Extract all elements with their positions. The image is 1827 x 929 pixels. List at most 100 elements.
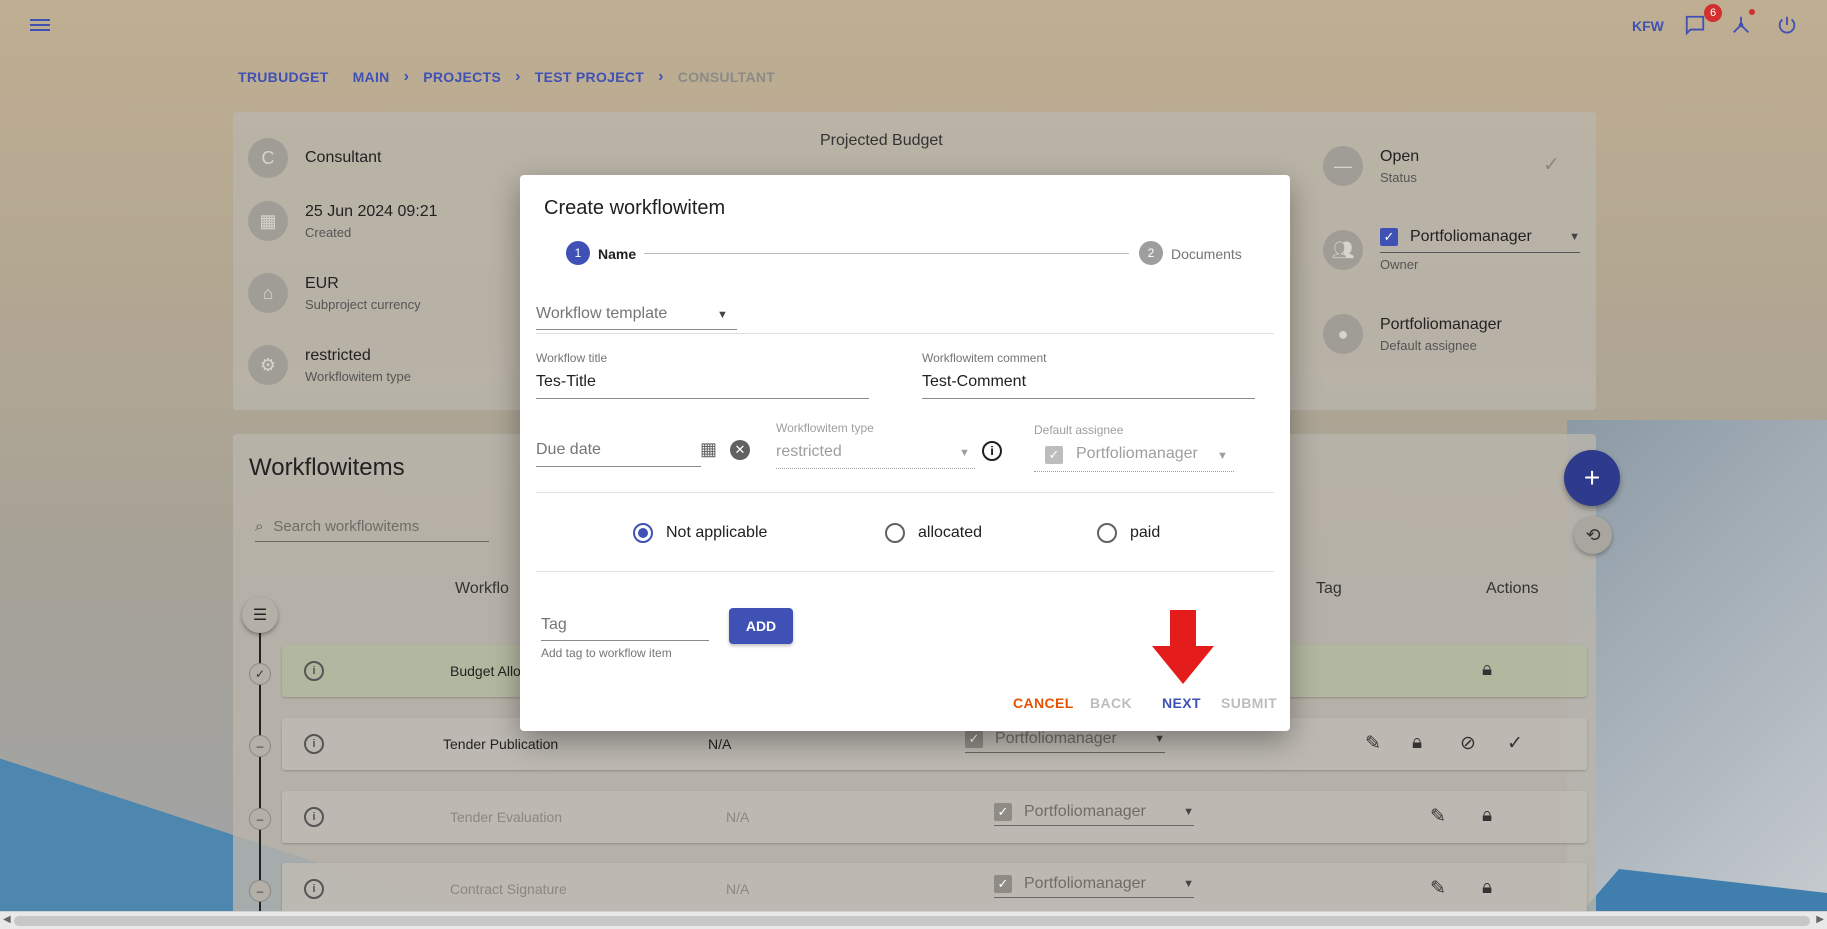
owner-checkbox-icon: ✓ <box>1380 228 1398 246</box>
template-underline <box>536 329 737 330</box>
breadcrumb-main[interactable]: MAIN <box>353 69 390 85</box>
info-icon[interactable]: i <box>304 879 324 899</box>
workflowitem-comment-label: Workflowitem comment <box>922 351 1047 365</box>
owner-select[interactable]: ✓ Portfoliomanager ▼ <box>1380 228 1580 253</box>
calendar-icon[interactable]: ▦ <box>700 439 717 460</box>
cancel-button[interactable]: CANCEL <box>1013 695 1074 711</box>
owner-label: Owner <box>1380 257 1419 272</box>
column-tag: Tag <box>1316 580 1342 597</box>
workflowitem-type-label: Workflowitem type <box>776 421 874 435</box>
lock-icon[interactable]: 🔒︎ <box>1482 877 1492 899</box>
scroll-right-arrow-icon[interactable]: ▶ <box>1816 914 1824 925</box>
assignee-select[interactable]: ✓ Portfoliomanager ▼ <box>965 730 1165 753</box>
submit-button: SUBMIT <box>1221 695 1278 711</box>
assignee-value: Portfoliomanager <box>1024 803 1146 820</box>
edit-icon[interactable]: ✎ <box>1430 805 1446 828</box>
table-row[interactable]: i Tender Evaluation N/A ✓ Portfoliomanag… <box>282 791 1587 843</box>
back-button: BACK <box>1090 695 1133 711</box>
bank-icon: ⌂ <box>248 273 288 313</box>
timeline-done-icon: ✓ <box>249 663 271 685</box>
workflow-template-select[interactable]: Workflow template <box>536 305 667 323</box>
projected-budget-heading: Projected Budget <box>820 132 943 149</box>
stepper: 1 Name 2 Documents <box>566 239 1246 265</box>
workflowitem-amount: N/A <box>708 736 732 752</box>
search-input[interactable]: ⌕ Search workflowitems <box>255 518 489 542</box>
menu-icon[interactable] <box>30 16 54 38</box>
radio-selected-icon <box>633 523 653 543</box>
status-icon: — <box>1323 146 1363 186</box>
radio-allocated[interactable]: allocated <box>885 523 982 543</box>
assignee-value: Portfoliomanager <box>1024 875 1146 892</box>
tag-underline <box>541 640 709 641</box>
edit-icon[interactable]: ✎ <box>1365 732 1381 755</box>
breadcrumb: TRUBUDGET MAIN › PROJECTS › TEST PROJECT… <box>238 68 775 86</box>
radio-paid[interactable]: paid <box>1097 523 1160 543</box>
caret-down-icon: ▼ <box>1183 878 1194 890</box>
people-icon: 👥︎ <box>1323 230 1363 270</box>
timeline-open-icon: – <box>249 735 271 757</box>
table-row[interactable]: i Contract Signature N/A ✓ Portfoliomana… <box>282 863 1587 915</box>
due-date-input[interactable]: Due date <box>536 441 601 459</box>
power-icon[interactable] <box>1774 14 1800 40</box>
network-icon[interactable] <box>1728 14 1754 40</box>
org-label: KFW <box>1632 18 1664 34</box>
type-underline <box>776 468 975 469</box>
caret-down-icon: ▼ <box>1569 231 1580 243</box>
assignee-checkbox-icon: ✓ <box>1045 446 1063 464</box>
scrollbar-thumb[interactable] <box>14 916 1810 926</box>
workflowitem-comment-input[interactable]: Test-Comment <box>922 373 1026 391</box>
add-workflowitem-button[interactable]: + <box>1564 450 1620 506</box>
step-2-label: Documents <box>1171 246 1242 262</box>
column-actions: Actions <box>1486 580 1539 597</box>
comment-underline <box>922 398 1255 399</box>
reorder-list-icon[interactable]: ☰ <box>242 597 278 633</box>
lock-icon[interactable]: 🔒︎ <box>1482 659 1492 681</box>
radio-unselected-icon <box>1097 523 1117 543</box>
tag-helper-text: Add tag to workflow item <box>541 646 672 660</box>
next-button[interactable]: NEXT <box>1162 695 1201 711</box>
history-button[interactable]: ⟲ <box>1574 516 1612 554</box>
scroll-left-arrow-icon[interactable]: ◀ <box>3 914 11 925</box>
status-row: — Open Status <box>1323 146 1419 186</box>
top-bar: KFW 6 <box>0 0 1827 54</box>
breadcrumb-projects[interactable]: PROJECTS <box>423 69 501 85</box>
assignee-value: Portfoliomanager <box>995 730 1117 747</box>
lock-icon[interactable]: 🔒︎ <box>1412 732 1422 754</box>
breadcrumb-test-project[interactable]: TEST PROJECT <box>535 69 644 85</box>
workflowitem-amount: N/A <box>726 881 750 897</box>
workflowitems-title: Workflowitems <box>249 454 405 481</box>
status-value: Open <box>1380 147 1420 165</box>
section-divider <box>536 571 1274 572</box>
title-underline <box>536 398 869 399</box>
assignee-checkbox-icon: ✓ <box>965 730 983 748</box>
reject-icon[interactable]: ⊘ <box>1460 732 1476 755</box>
lock-icon[interactable]: 🔒︎ <box>1482 805 1492 827</box>
info-icon[interactable]: i <box>304 807 324 827</box>
edit-icon[interactable]: ✎ <box>1430 877 1446 900</box>
assignee-select[interactable]: ✓ Portfoliomanager ▼ <box>994 803 1194 826</box>
info-icon[interactable]: i <box>982 441 1002 461</box>
created-label: Created <box>305 224 352 240</box>
status-label: Status <box>1380 169 1417 185</box>
breadcrumb-trubudget[interactable]: TRUBUDGET <box>238 69 329 85</box>
radio-not-applicable[interactable]: Not applicable <box>633 523 767 543</box>
created-date: 25 Jun 2024 09:21 <box>305 202 438 220</box>
caret-down-icon: ▼ <box>959 447 970 459</box>
chat-icon[interactable] <box>1682 14 1708 40</box>
info-icon[interactable]: i <box>304 734 324 754</box>
close-check-icon[interactable]: ✓ <box>1507 732 1523 755</box>
owner-row: 👥︎ ✓ Portfoliomanager ▼ Owner <box>1323 228 1580 272</box>
clear-date-icon[interactable]: ✕ <box>730 440 750 460</box>
tag-input[interactable]: Tag <box>541 616 567 634</box>
due-date-underline <box>536 466 701 467</box>
assignee-select[interactable]: ✓ Portfoliomanager ▼ <box>994 875 1194 898</box>
add-tag-button[interactable]: ADD <box>729 608 793 644</box>
horizontal-scrollbar[interactable]: ◀ ▶ <box>0 911 1827 929</box>
workflowitem-type-label: Workflowitem type <box>305 368 411 384</box>
owner-value: Portfoliomanager <box>1410 228 1532 245</box>
info-icon[interactable]: i <box>304 661 324 681</box>
avatar: C <box>248 138 288 178</box>
section-divider <box>536 333 1274 334</box>
workflow-title-input[interactable]: Tes-Title <box>536 373 596 391</box>
close-subproject-check-icon[interactable]: ✓ <box>1543 152 1560 177</box>
